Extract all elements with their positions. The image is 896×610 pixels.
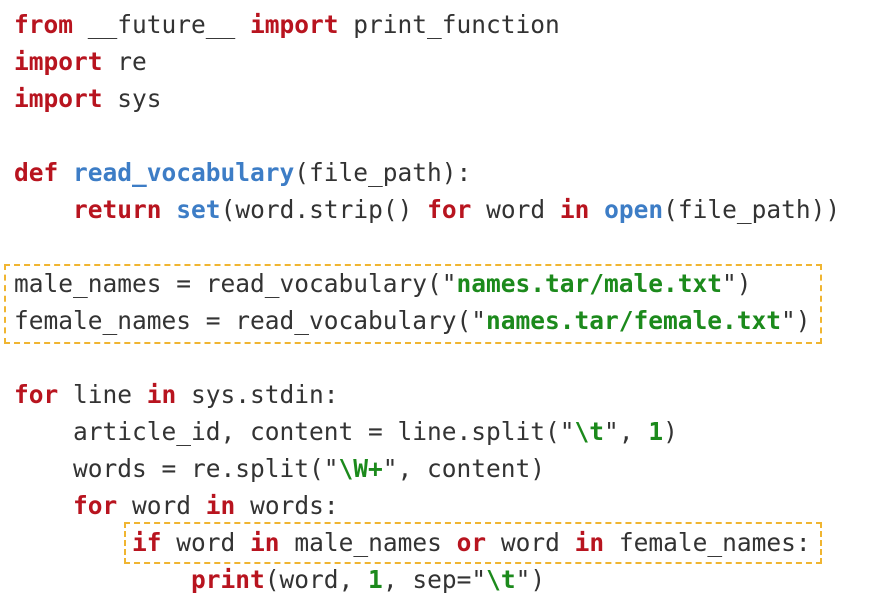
- token: re: [102, 47, 147, 76]
- code-line-6: return set(word.strip() for word in open…: [14, 191, 884, 228]
- code-line-3: import sys: [14, 80, 884, 117]
- keyword: import: [250, 10, 339, 39]
- token: word: [471, 195, 560, 224]
- string-literal: \t: [486, 565, 516, 594]
- token: , sep=": [382, 565, 487, 594]
- code-block: from __future__ import print_function im…: [14, 6, 884, 598]
- string-literal: names.tar/female.txt: [486, 306, 782, 335]
- token: sys: [102, 84, 162, 113]
- number-literal: 1: [368, 565, 383, 594]
- string-literal: names.tar/male.txt: [456, 269, 723, 298]
- token: ): [663, 417, 678, 446]
- code-line-16: print(word, 1, sep="\t"): [14, 561, 884, 598]
- token: ", content): [382, 454, 546, 483]
- code-line-15: if word in male_names or word in female_…: [14, 524, 884, 561]
- token: "): [781, 306, 811, 335]
- token: ",: [604, 417, 649, 446]
- code-line-14: for word in words:: [14, 487, 884, 524]
- token: (word.strip(): [220, 195, 428, 224]
- code-line-9: female_names = read_vocabulary("names.ta…: [14, 302, 884, 339]
- keyword: for: [73, 491, 118, 520]
- code-line-8: male_names = read_vocabulary("names.tar/…: [14, 265, 884, 302]
- number-literal: 1: [648, 417, 664, 446]
- keyword: in: [574, 528, 605, 557]
- keyword: if: [132, 528, 162, 557]
- code-line-13: words = re.split("\W+", content): [14, 450, 884, 487]
- token: sys.stdin:: [176, 380, 339, 409]
- token: (file_path)): [663, 195, 841, 224]
- keyword: for: [14, 380, 59, 409]
- keyword: return: [73, 195, 162, 224]
- token: words:: [235, 491, 339, 520]
- token: (word,: [264, 565, 369, 594]
- code-line-2: import re: [14, 43, 884, 80]
- token: line: [58, 380, 147, 409]
- keyword: for: [427, 195, 472, 224]
- string-literal: \t: [574, 417, 605, 446]
- keyword: def: [14, 158, 59, 187]
- keyword: in: [559, 195, 590, 224]
- keyword: in: [250, 528, 280, 557]
- code-line-5: def read_vocabulary(file_path):: [14, 154, 884, 191]
- builtin: open: [604, 195, 664, 224]
- keyword: in: [146, 380, 177, 409]
- keyword: import: [14, 47, 103, 76]
- token: word: [161, 528, 251, 557]
- token: __future__: [73, 10, 251, 39]
- keyword: print: [191, 565, 265, 594]
- token: male_names: [279, 528, 457, 557]
- token: word: [117, 491, 206, 520]
- token: word: [486, 528, 575, 557]
- code-line-12: article_id, content = line.split("\t", 1…: [14, 413, 884, 450]
- token: male_names = read_vocabulary(": [14, 269, 457, 298]
- code-line-1: from __future__ import print_function: [14, 6, 884, 43]
- token: (file_path):: [294, 158, 472, 187]
- string-literal: \W+: [338, 454, 383, 483]
- token: article_id, content = line.split(": [73, 417, 575, 446]
- builtin: set: [176, 195, 221, 224]
- token: "): [515, 565, 546, 594]
- token: print_function: [338, 10, 560, 39]
- code-line-11: for line in sys.stdin:: [14, 376, 884, 413]
- token: words = re.split(": [73, 454, 339, 483]
- token: female_names = read_vocabulary(": [14, 306, 487, 335]
- keyword: import: [14, 84, 103, 113]
- keyword: or: [456, 528, 487, 557]
- function-name: read_vocabulary: [73, 158, 295, 187]
- keyword: from: [14, 10, 74, 39]
- token: "): [722, 269, 752, 298]
- keyword: in: [205, 491, 236, 520]
- token: female_names:: [604, 528, 811, 557]
